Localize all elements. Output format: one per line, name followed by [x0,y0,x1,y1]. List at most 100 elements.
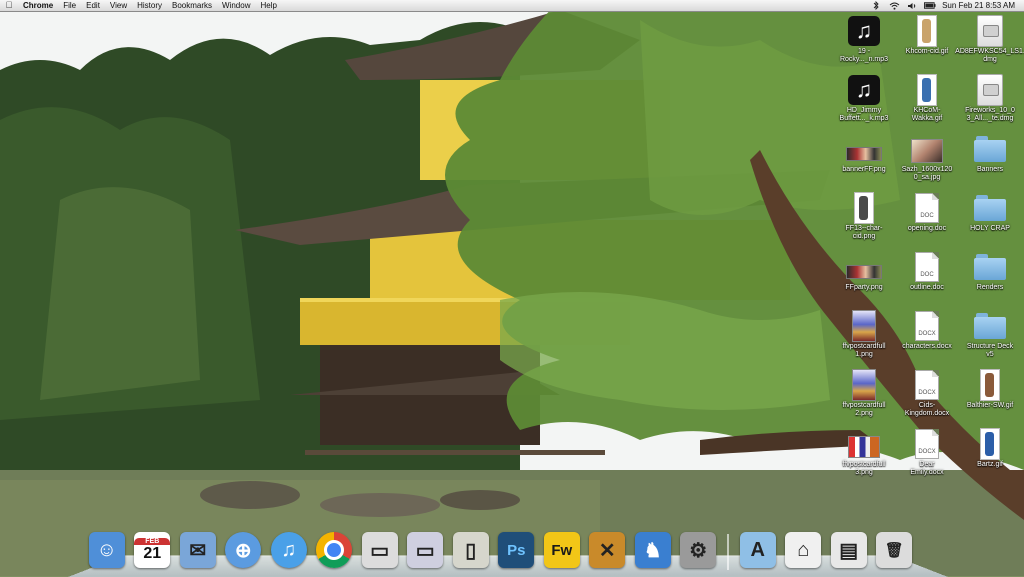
png-file-icon-graphic [852,369,876,401]
dock-item-applications-stack[interactable]: A [738,530,778,570]
doc-file-icon-graphic: DOC [915,252,939,282]
menu-history[interactable]: History [132,0,167,11]
dock-item-system-preferences[interactable]: ⚙ [678,530,718,570]
png-file-icon-graphic [848,435,880,458]
dock-item-frog-app[interactable]: ♞ [633,530,673,570]
stack-icon: ▤ [830,532,867,568]
png-file-icon [829,310,899,342]
desktop-icon[interactable]: DOCX characters.docx [892,310,962,351]
desktop-icon[interactable]: ffvpostcardfull 1.png [829,310,899,359]
menu-view[interactable]: View [105,0,132,11]
dock-item-photoshop[interactable]: Ps [496,530,536,570]
menu-bar:  Chrome File Edit View History Bookmark… [0,0,1024,12]
desktop-icon[interactable]: Structure Deck v5 [955,310,1024,359]
desktop-icon[interactable]: Sazh_1600x120 0_sa.jpg [892,133,962,182]
desktop-icon-label: AD8EFWKSC54_LS1.dmg [955,48,1024,63]
dock-item-finder[interactable]: ☺ [87,530,127,570]
apple-logo-icon[interactable]:  [0,0,18,11]
desktop-icon[interactable]: Khcom-cid.gif [892,15,962,56]
desktop-icon-label: Khcom-cid.gif [905,48,949,55]
chrome-center-dot [324,540,345,560]
desktop-icon[interactable]: Fireworks_10_0 3_All..._te.dmg [955,74,1024,123]
desktop-icon-label: characters.docx [902,343,952,350]
folder-icon-graphic [974,195,1006,221]
dock-item-nes-emulator[interactable]: ▭ [360,530,400,570]
desktop-icon[interactable]: FFparty.png [829,251,899,292]
menu-app-chrome[interactable]: Chrome [18,0,58,11]
desktop-icon-label: HD_Jimmy Buffett..._k.mp3 [839,107,889,122]
menu-help[interactable]: Help [255,0,281,11]
dock-item-ical[interactable]: FEB 21 [132,530,172,570]
calendar-day: 21 [143,544,162,562]
dock-item-mail[interactable]: ✉ [178,530,218,570]
bluetooth-icon[interactable] [870,1,882,10]
nes-console-icon: ▭ [361,532,398,568]
mail-stamp-icon: ✉ [179,532,216,568]
menu-bookmarks[interactable]: Bookmarks [167,0,217,11]
dock-item-downloads-stack[interactable]: ▤ [829,530,869,570]
dmg-file-icon [955,74,1024,106]
dock-item-gameboy-emulator[interactable]: ▯ [451,530,491,570]
volume-icon[interactable] [906,1,918,10]
dock-item-trash[interactable]: 🗑 [874,530,914,570]
dock-item-snes-emulator[interactable]: ▭ [405,530,445,570]
desktop-icon-label: opening.doc [907,225,947,232]
docx-file-icon: DOCX [892,428,962,460]
game-board-icon: ✕ [589,532,626,568]
desktop-icon[interactable]: FF13--char- cid.png [829,192,899,241]
gif-file-icon [892,74,962,106]
desktop-icon[interactable]: Balthier-SW.gif [955,369,1024,410]
calendar-icon: FEB 21 [134,532,171,568]
desktop-icon[interactable]: DOC outline.doc [892,251,962,292]
desktop-icon[interactable]: DOCX Cids- Kingdom.docx [892,369,962,418]
desktop-icon[interactable]: KHCoM- Wakka.gif [892,74,962,123]
desktop-icon-label: Dear Emily.docx [910,461,944,476]
dock-item-safari[interactable]: ⊕ [223,530,263,570]
gif-file-icon-graphic [917,74,937,106]
mp3-file-icon: ♫ [829,74,899,106]
doc-file-icon-graphic: DOC [915,193,939,223]
desktop-icon[interactable]: DOC opening.doc [892,192,962,233]
gameboy-icon: ▯ [452,532,489,568]
desktop-icon[interactable]: HOLY CRAP [955,192,1024,233]
desktop-icon[interactable]: bannerFF.png [829,133,899,174]
desktop-icon[interactable]: AD8EFWKSC54_LS1.dmg [955,15,1024,64]
chrome-icon [316,532,353,568]
applications-folder-icon: A [739,532,776,568]
dmg-file-icon-graphic [977,74,1003,106]
menubar-clock[interactable]: Sun Feb 21 8:53 AM [939,1,1018,10]
wifi-icon[interactable] [888,1,900,10]
desktop-icon[interactable]: ffvpostcardfull 2.png [829,369,899,418]
dock-item-fireworks[interactable]: Fw [542,530,582,570]
folder-icon-graphic [974,313,1006,339]
desktop-icon[interactable]: ♫ 19 - Rocky..._n.mp3 [829,15,899,64]
photoshop-icon: Ps [498,532,535,568]
folder-icon [955,192,1024,224]
png-file-icon-graphic [852,310,876,342]
png-file-icon [829,192,899,224]
png-file-icon-graphic [854,192,874,224]
docx-file-icon: DOCX [892,310,962,342]
desktop-icon[interactable]: DOCX Dear Emily.docx [892,428,962,477]
menu-file[interactable]: File [58,0,81,11]
battery-icon[interactable] [924,1,936,10]
menu-edit[interactable]: Edit [81,0,105,11]
desktop-icon[interactable]: ffvpostcardfull 3.png [829,428,899,477]
dock-item-itunes[interactable]: ♫ [269,530,309,570]
desktop-icon[interactable]: Banners [955,133,1024,174]
png-file-icon-graphic [846,264,882,279]
desktop-icon-label: Cids- Kingdom.docx [904,402,950,417]
desktop-icon[interactable]: Bartz.gif [955,428,1024,469]
itunes-icon: ♫ [270,532,307,568]
dock-item-chrome[interactable] [314,530,354,570]
png-file-icon [829,251,899,283]
desktop-icon-label: HOLY CRAP [970,225,1010,232]
desktop-icon[interactable]: Renders [955,251,1024,292]
dock-item-home-folder[interactable]: ⌂ [783,530,823,570]
menu-window[interactable]: Window [217,0,255,11]
desktop-icon[interactable]: ♫ HD_Jimmy Buffett..._k.mp3 [829,74,899,123]
doc-file-icon: DOC [892,192,962,224]
dock-item-game-app[interactable]: ✕ [587,530,627,570]
folder-icon [955,310,1024,342]
mp3-file-icon: ♫ [829,15,899,47]
